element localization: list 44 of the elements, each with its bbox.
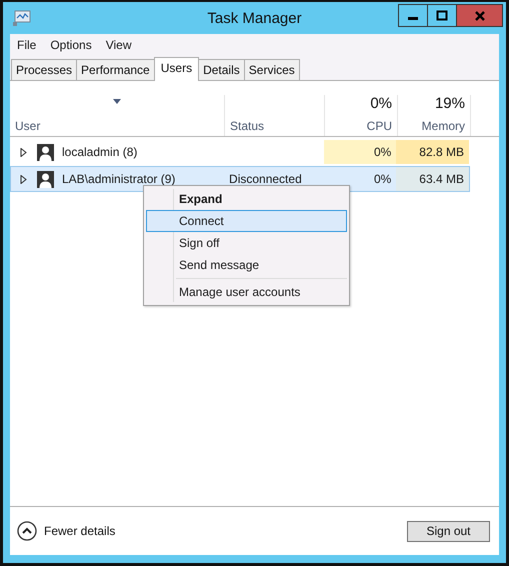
menu-item[interactable]: File [17, 38, 36, 52]
expand-arrow-icon[interactable] [20, 148, 27, 156]
fewer-details-button[interactable]: Fewer details [17, 521, 116, 541]
column-total: 0% [370, 95, 392, 112]
menu-item[interactable]: View [106, 38, 132, 52]
user-icon [37, 170, 54, 188]
close-button[interactable] [456, 4, 503, 27]
window-title: Task Manager [207, 10, 302, 27]
column-label: Status [230, 119, 266, 133]
user-icon [37, 144, 54, 160]
column-header[interactable]: User [10, 95, 225, 136]
column-label: User [15, 119, 42, 133]
menu-item[interactable]: Connect [146, 210, 347, 232]
close-icon [474, 10, 486, 22]
cpu-cell: 0% [324, 140, 396, 164]
minimize-button[interactable] [398, 4, 427, 27]
expand-arrow-icon[interactable] [20, 174, 27, 184]
tab[interactable]: Processes [11, 59, 78, 80]
menu-item[interactable]: Sign off [146, 232, 347, 254]
table-row[interactable]: localadmin (8) 0% 82.8 MB [10, 139, 470, 165]
column-header[interactable]: 0% CPU [325, 95, 398, 136]
tab[interactable]: Services [244, 59, 300, 80]
menu-item[interactable]: Manage user accounts [146, 281, 347, 303]
user-name: localadmin (8) [62, 145, 138, 159]
tab[interactable]: Performance [76, 59, 155, 80]
maximize-icon [436, 10, 448, 22]
column-total: 19% [434, 95, 465, 112]
column-label: Memory [420, 119, 465, 133]
memory-cell: 63.4 MB [396, 167, 469, 191]
column-header[interactable]: Status [225, 95, 325, 136]
status-cell: Disconnected [229, 172, 302, 186]
menu-item[interactable]: Options [50, 38, 92, 52]
menu-item[interactable]: Send message [146, 254, 347, 276]
tab[interactable]: Details [198, 59, 245, 80]
column-header[interactable]: 19% Memory [398, 95, 471, 136]
monitor-icon [13, 10, 31, 26]
memory-cell: 82.8 MB [396, 140, 469, 164]
maximize-button[interactable] [427, 4, 456, 27]
tab[interactable]: Users [154, 57, 200, 81]
column-label: CPU [366, 119, 392, 133]
user-name: LAB\administrator (9) [62, 172, 176, 186]
sign-out-button[interactable]: Sign out [407, 520, 490, 542]
chevron-up-icon [17, 521, 37, 541]
minimize-icon [408, 17, 418, 20]
